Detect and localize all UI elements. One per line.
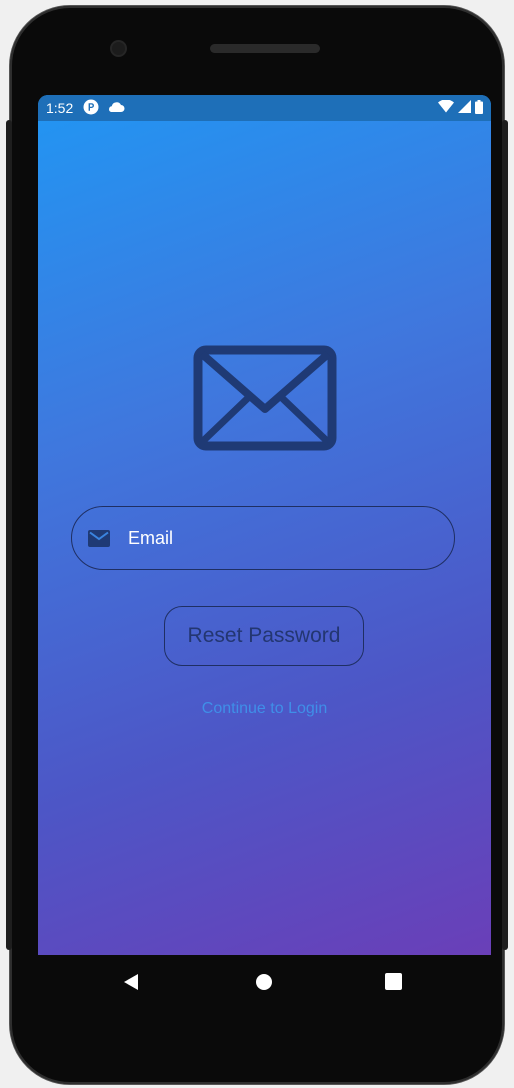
continue-to-login-link[interactable]: Continue to Login: [38, 700, 491, 718]
recents-button[interactable]: [363, 955, 423, 1013]
app-screen: 1:52 Email Reset Password Continue to Lo…: [38, 95, 491, 955]
earpiece-speaker: [210, 44, 320, 53]
reset-password-button[interactable]: Reset Password: [164, 606, 364, 666]
notification-badge-icon: [83, 99, 99, 118]
wifi-icon: [438, 99, 454, 116]
home-button[interactable]: [234, 955, 294, 1013]
back-button[interactable]: [101, 955, 161, 1013]
status-right-icons: [438, 95, 483, 121]
front-camera: [112, 42, 125, 55]
phone-bezel-right: [502, 120, 508, 950]
reset-password-label: Reset Password: [187, 624, 341, 647]
recents-icon: [384, 973, 402, 995]
navigation-bar: [38, 955, 491, 1013]
email-field[interactable]: [71, 506, 455, 570]
battery-icon: [475, 99, 483, 117]
home-icon: [255, 973, 273, 996]
status-left-icons: [83, 99, 125, 118]
email-input[interactable]: [126, 526, 410, 550]
phone-bezel-left: [6, 120, 12, 950]
status-bar: 1:52: [38, 95, 491, 121]
mail-icon: [88, 529, 110, 547]
cell-signal-icon: [458, 100, 471, 116]
status-time: 1:52: [46, 100, 74, 116]
envelope-icon: [193, 345, 337, 451]
back-icon: [123, 973, 139, 996]
cloud-icon: [107, 100, 125, 116]
